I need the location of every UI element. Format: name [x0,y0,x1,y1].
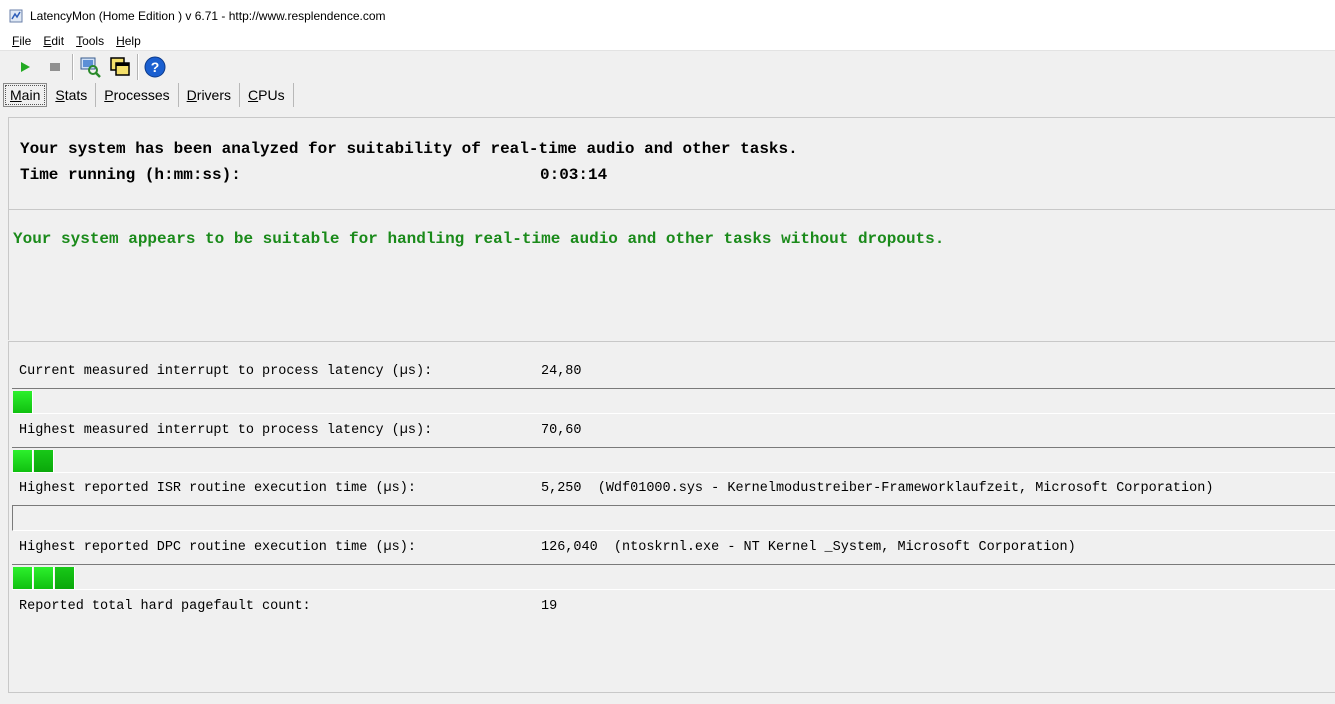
measurements-panel: Current measured interrupt to process la… [8,341,1335,693]
metric-label-dpc: Highest reported DPC routine execution t… [19,540,416,555]
tab-processes[interactable]: Processes [96,83,179,107]
menu-file[interactable]: File [8,34,35,48]
search-computer-icon[interactable] [77,54,103,80]
menu-help[interactable]: Help [112,34,145,48]
metric-label-isr: Highest reported ISR routine execution t… [19,481,416,496]
verdict-panel: Your system appears to be suitable for h… [8,209,1335,340]
latency-bar-segment [34,567,54,589]
toolbar-separator [137,54,138,80]
stop-icon[interactable] [42,54,68,80]
metric-value-dpc: 126,040 (ntoskrnl.exe - NT Kernel _Syste… [541,540,1076,555]
metric-value-current-latency: 24,80 [541,364,582,379]
analyzed-text: Your system has been analyzed for suitab… [20,140,798,158]
tab-stats[interactable]: Stats [47,83,97,107]
tab-main[interactable]: Main [3,83,48,107]
windows-icon[interactable] [107,54,133,80]
metric-value-pagefault: 19 [541,599,558,614]
latency-bar-isr [12,505,1335,531]
latency-bar-segment [13,450,33,472]
metric-label-pagefault: Reported total hard pagefault count: [19,599,311,614]
play-icon[interactable] [12,54,38,80]
toolbar-separator [72,54,73,80]
latencymon-app-icon [8,8,24,24]
analysis-summary-panel: Your system has been analyzed for suitab… [8,117,1335,209]
metric-label-current-latency: Current measured interrupt to process la… [19,364,433,379]
latency-bar-segment [13,391,33,413]
window-title: LatencyMon (Home Edition ) v 6.71 - http… [30,8,386,23]
tab-drivers[interactable]: Drivers [179,83,241,107]
metric-detail-isr: (Wdf01000.sys - Kernelmodustreiber-Frame… [597,481,1214,496]
metric-detail-dpc: (ntoskrnl.exe - NT Kernel _System, Micro… [613,540,1076,555]
tab-cpus[interactable]: C PUs [240,83,294,107]
latency-bar-segment [13,567,33,589]
menu-tools[interactable]: Tools [72,34,108,48]
tab-strip: Main Stats Processes Drivers C PUs [0,82,1335,108]
metric-value-isr: 5,250 (Wdf01000.sys - Kernelmodustreiber… [541,481,1214,496]
latency-bar-dpc [12,564,1335,590]
metric-value-highest-latency: 70,60 [541,423,582,438]
latency-bar-highest [12,447,1335,473]
menu-edit[interactable]: Edit [39,34,68,48]
verdict-text: Your system appears to be suitable for h… [13,230,945,248]
time-running-label: Time running (h:mm:ss): [20,166,241,184]
toolbar: ? [0,51,1335,83]
time-running-value: 0:03:14 [540,166,608,184]
menu-bar: File Edit Tools Help [0,31,1335,51]
latency-bar-segment [34,450,54,472]
metric-label-highest-latency: Highest measured interrupt to process la… [19,423,433,438]
title-bar: LatencyMon (Home Edition ) v 6.71 - http… [0,0,1335,31]
latency-bar-current [12,388,1335,414]
svg-text:?: ? [151,59,160,75]
help-icon[interactable]: ? [142,54,168,80]
latency-bar-segment [55,567,75,589]
